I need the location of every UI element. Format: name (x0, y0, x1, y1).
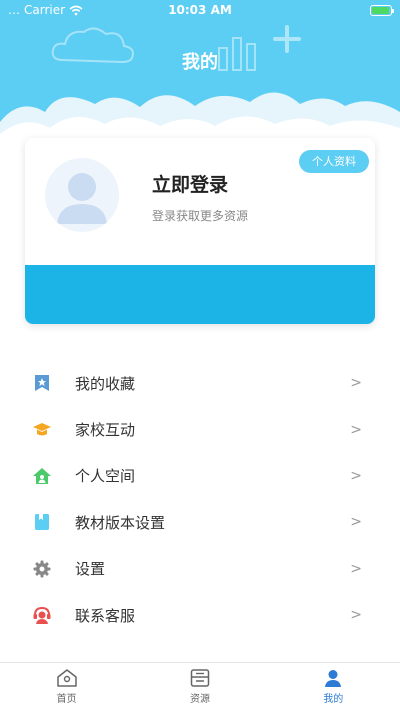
menu-item-favorites[interactable]: 我的收藏 > (0, 360, 400, 406)
home-icon (56, 669, 77, 687)
home-person-icon (32, 466, 52, 486)
tab-home[interactable]: 首页 (0, 663, 133, 710)
login-subtitle: 登录获取更多资源 (152, 209, 249, 223)
chevron-right-icon: > (350, 375, 362, 392)
default-avatar-icon (57, 173, 107, 224)
tab-label: 首页 (56, 694, 77, 705)
chevron-right-icon: > (350, 514, 362, 531)
menu-item-personal-space[interactable]: 个人空间 > (0, 453, 400, 499)
status-bar: … Carrier 10:03 AM (0, 0, 400, 20)
status-left: … Carrier (8, 3, 148, 17)
tab-label: 资源 (189, 694, 210, 705)
profile-info-button[interactable]: 个人资料 (299, 150, 369, 173)
menu-item-label: 家校互动 (75, 421, 136, 440)
menu-item-label: 教材版本设置 (75, 513, 166, 532)
header-banner (0, 0, 400, 150)
menu-item-customer-service[interactable]: 联系客服 > (0, 592, 400, 638)
headset-icon (32, 605, 52, 625)
carrier-label: Carrier (24, 3, 66, 17)
menu-item-label: 联系客服 (75, 606, 136, 625)
user-icon (325, 670, 342, 687)
status-right (252, 4, 394, 16)
menu-item-textbook-version[interactable]: 教材版本设置 > (0, 499, 400, 545)
graduation-cap-icon (32, 420, 52, 440)
menu-item-label: 设置 (75, 560, 106, 579)
chevron-right-icon: > (350, 467, 362, 484)
tab-mine[interactable]: 我的 (267, 663, 400, 710)
chevron-right-icon: > (350, 607, 362, 624)
chevron-right-icon: > (350, 421, 362, 438)
wifi-icon (69, 5, 83, 15)
login-title[interactable]: 立即登录 (152, 170, 228, 197)
battery-icon (370, 4, 394, 16)
profile-card-band (25, 265, 375, 324)
status-time: 10:03 AM (168, 3, 232, 17)
avatar[interactable] (45, 158, 119, 232)
book-icon (32, 512, 52, 532)
bookmark-star-icon (32, 373, 52, 393)
resource-box-icon (190, 669, 210, 687)
menu-list: 我的收藏 > 家校互动 > 个人空间 > 教材版本设置 > 设置 > 联系客服 … (0, 360, 400, 638)
tab-bar: 首页 资源 我的 (0, 662, 400, 710)
gear-icon (32, 559, 52, 579)
tab-resources[interactable]: 资源 (133, 663, 266, 710)
profile-card[interactable]: 立即登录 登录获取更多资源 个人资料 (25, 138, 375, 324)
menu-item-settings[interactable]: 设置 > (0, 546, 400, 592)
menu-item-label: 我的收藏 (75, 374, 136, 393)
signal-dots-icon: … (8, 3, 20, 17)
page-title: 我的 (182, 52, 218, 73)
chevron-right-icon: > (350, 560, 362, 577)
tab-label: 我的 (323, 694, 344, 705)
menu-item-label: 个人空间 (75, 467, 136, 486)
menu-item-home-school[interactable]: 家校互动 > (0, 406, 400, 452)
